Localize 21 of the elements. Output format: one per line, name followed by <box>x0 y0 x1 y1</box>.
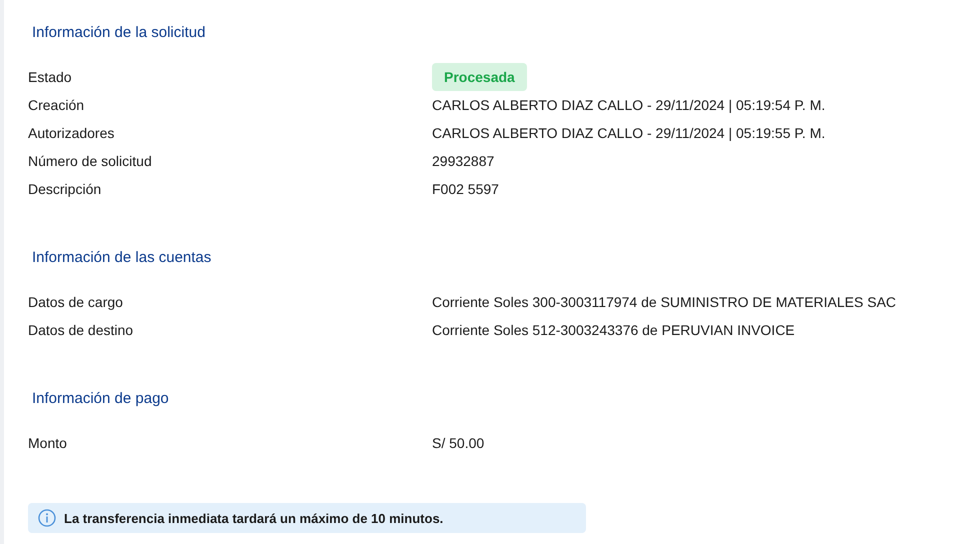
field-label: Monto <box>28 435 67 451</box>
field-label: Autorizadores <box>28 125 114 141</box>
section-title: Información de las cuentas <box>32 249 212 266</box>
status-badge: Procesada <box>432 63 527 91</box>
field-value: Corriente Soles 300-3003117974 de SUMINISTRO DE MATERIALES SAC <box>432 294 896 310</box>
info-text: La transferencia inmediata tardará un máximo de 10 minutos. <box>64 510 444 526</box>
field-label: Datos de destino <box>28 322 134 338</box>
field-value: CARLOS ALBERTO DIAZ CALLO - 29/11/2024 | 05:19:55 P. M. <box>432 125 826 141</box>
field-label: Número de solicitud <box>28 153 152 169</box>
field-label: Descripción <box>28 181 102 197</box>
field-value: S/ 50.00 <box>432 435 484 451</box>
field-label: Estado <box>28 69 72 85</box>
field-value: Corriente Soles 512-3003243376 de PERUVIAN INVOICE <box>432 322 795 338</box>
field-label: Creación <box>28 97 84 113</box>
section-title: Información de pago <box>32 390 169 407</box>
field-label: Datos de cargo <box>28 294 123 310</box>
field-value: 29932887 <box>432 153 494 169</box>
field-value: F002 5597 <box>432 181 499 197</box>
field-value: CARLOS ALBERTO DIAZ CALLO - 29/11/2024 | 05:19:54 P. M. <box>432 97 826 113</box>
section-title: Información de la solicitud <box>32 24 206 41</box>
info-icon <box>38 509 56 527</box>
